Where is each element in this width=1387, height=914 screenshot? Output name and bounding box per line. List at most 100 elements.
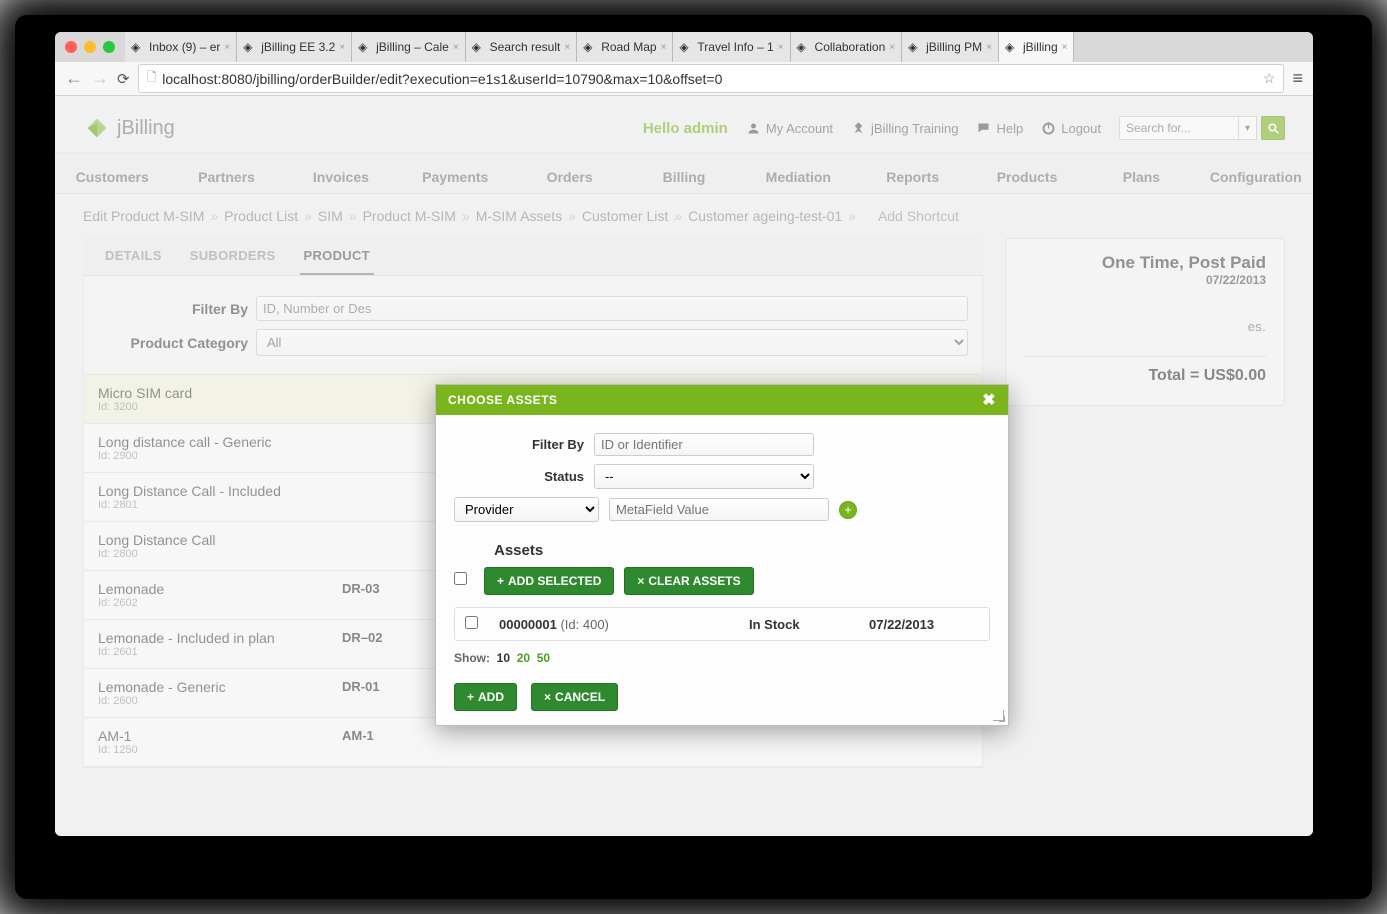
product-id: Id: 2600 [98, 695, 328, 707]
tab-close-icon[interactable]: × [339, 42, 345, 53]
product-name: Lemonade - Included in plan [98, 630, 328, 646]
tab-favicon: ◈ [583, 40, 597, 54]
product-name: Long Distance Call - Included [98, 483, 328, 499]
inner-tab-product[interactable]: PRODUCT [300, 238, 374, 275]
tab-label: jBilling [1023, 40, 1058, 54]
browser-tab[interactable]: ◈Search result× [466, 32, 578, 62]
search-button[interactable] [1261, 116, 1285, 140]
tab-close-icon[interactable]: × [224, 42, 230, 53]
close-window[interactable] [65, 41, 77, 53]
nav-billing[interactable]: Billing [627, 169, 741, 185]
tab-label: Road Map [601, 40, 656, 54]
product-id: Id: 2801 [98, 499, 328, 511]
back-button[interactable]: ← [65, 68, 83, 89]
nav-products[interactable]: Products [970, 169, 1084, 185]
tab-close-icon[interactable]: × [1062, 42, 1068, 53]
my-account-link[interactable]: My Account [746, 121, 833, 136]
modal-close-icon[interactable]: ✖ [982, 390, 996, 410]
minimize-window[interactable] [84, 41, 96, 53]
breadcrumb-item[interactable]: M-SIM Assets [476, 208, 562, 224]
tab-close-icon[interactable]: × [564, 42, 570, 53]
nav-mediation[interactable]: Mediation [741, 169, 855, 185]
product-id: Id: 2900 [98, 450, 328, 462]
modal-metafield-select[interactable]: Provider [454, 497, 599, 522]
breadcrumb-separator: » [462, 208, 470, 224]
product-id: Id: 1250 [98, 744, 328, 756]
tab-favicon: ◈ [358, 40, 372, 54]
tab-close-icon[interactable]: × [986, 42, 992, 53]
inner-tab-suborders[interactable]: SUBORDERS [186, 238, 280, 275]
browser-menu-icon[interactable]: ≡ [1292, 68, 1303, 89]
browser-tab[interactable]: ◈jBilling× [999, 32, 1075, 62]
chat-icon [976, 121, 991, 136]
add-metafield-button[interactable]: + [839, 501, 857, 519]
show-50[interactable]: 50 [537, 651, 550, 665]
breadcrumb-item[interactable]: Customer ageing-test-01 [688, 208, 842, 224]
page-icon: 🗋 [147, 68, 157, 89]
user-icon [746, 121, 761, 136]
inner-tab-details[interactable]: DETAILS [101, 238, 166, 275]
breadcrumb-item[interactable]: Edit Product M-SIM [83, 208, 204, 224]
browser-tab[interactable]: ◈jBilling – Cale× [352, 32, 466, 62]
search-input[interactable] [1119, 116, 1239, 140]
add-selected-button[interactable]: +ADD SELECTED [484, 567, 614, 595]
show-10[interactable]: 10 [497, 651, 510, 665]
product-code [342, 532, 422, 560]
product-code [342, 434, 422, 462]
tab-close-icon[interactable]: × [453, 42, 459, 53]
breadcrumb-item[interactable]: Product M-SIM [363, 208, 456, 224]
assets-heading: Assets [494, 542, 990, 559]
logout-link[interactable]: Logout [1041, 121, 1101, 136]
tab-close-icon[interactable]: × [889, 42, 895, 53]
modal-status-select[interactable]: -- [594, 464, 814, 489]
browser-tab[interactable]: ◈ Road Map × [577, 32, 673, 62]
browser-tab[interactable]: ◈jBilling EE 3.2× [237, 32, 352, 62]
breadcrumb-item[interactable]: SIM [318, 208, 343, 224]
nav-invoices[interactable]: Invoices [284, 169, 398, 185]
product-name: AM-1 [98, 728, 328, 744]
nav-partners[interactable]: Partners [169, 169, 283, 185]
brand-logo[interactable]: jBilling [83, 114, 175, 142]
main-nav: CustomersPartnersInvoicesPaymentsOrdersB… [55, 152, 1313, 194]
breadcrumb-item[interactable]: Product List [224, 208, 298, 224]
nav-configuration[interactable]: Configuration [1199, 169, 1313, 185]
resize-handle[interactable] [993, 710, 1005, 722]
category-select[interactable]: All [256, 329, 968, 356]
product-id: Id: 2800 [98, 548, 328, 560]
cancel-button[interactable]: ×CANCEL [531, 683, 618, 711]
reload-button[interactable]: ⟳ [117, 70, 130, 88]
nav-reports[interactable]: Reports [856, 169, 970, 185]
browser-tab[interactable]: ◈jBilling PM× [902, 32, 999, 62]
browser-tab[interactable]: ◈Travel Info – 1× [673, 32, 790, 62]
show-20[interactable]: 20 [517, 651, 530, 665]
modal-filter-by-input[interactable] [594, 433, 814, 456]
training-link[interactable]: jBilling Training [851, 121, 958, 136]
filter-by-input[interactable] [256, 296, 968, 321]
address-bar[interactable]: 🗋 localhost:8080/jbilling/orderBuilder/e… [138, 64, 1285, 93]
select-all-checkbox[interactable] [454, 572, 467, 585]
breadcrumb-item[interactable]: Customer List [582, 208, 668, 224]
tab-close-icon[interactable]: × [778, 42, 784, 53]
asset-row[interactable]: 00000001 (Id: 400) In Stock 07/22/2013 [454, 607, 990, 641]
maximize-window[interactable] [103, 41, 115, 53]
plus-icon: + [497, 574, 504, 588]
breadcrumb-separator: » [568, 208, 576, 224]
nav-plans[interactable]: Plans [1084, 169, 1198, 185]
modal-metafield-input[interactable] [609, 498, 829, 521]
nav-payments[interactable]: Payments [398, 169, 512, 185]
header-search: ▾ [1119, 116, 1285, 140]
search-dropdown[interactable]: ▾ [1239, 116, 1257, 140]
tab-close-icon[interactable]: × [661, 42, 667, 53]
forward-button[interactable]: → [91, 68, 109, 89]
asset-checkbox[interactable] [465, 616, 478, 629]
add-shortcut-link[interactable]: Add Shortcut [878, 208, 959, 224]
browser-tab[interactable]: ◈Collaboration× [791, 32, 903, 62]
bookmark-icon[interactable]: ☆ [1263, 70, 1276, 87]
help-link[interactable]: Help [976, 121, 1023, 136]
product-name: Long Distance Call [98, 532, 328, 548]
nav-orders[interactable]: Orders [512, 169, 626, 185]
browser-tab[interactable]: ◈Inbox (9) – er× [125, 32, 237, 62]
nav-customers[interactable]: Customers [55, 169, 169, 185]
add-button[interactable]: +ADD [454, 683, 517, 711]
clear-assets-button[interactable]: ×CLEAR ASSETS [624, 567, 753, 595]
